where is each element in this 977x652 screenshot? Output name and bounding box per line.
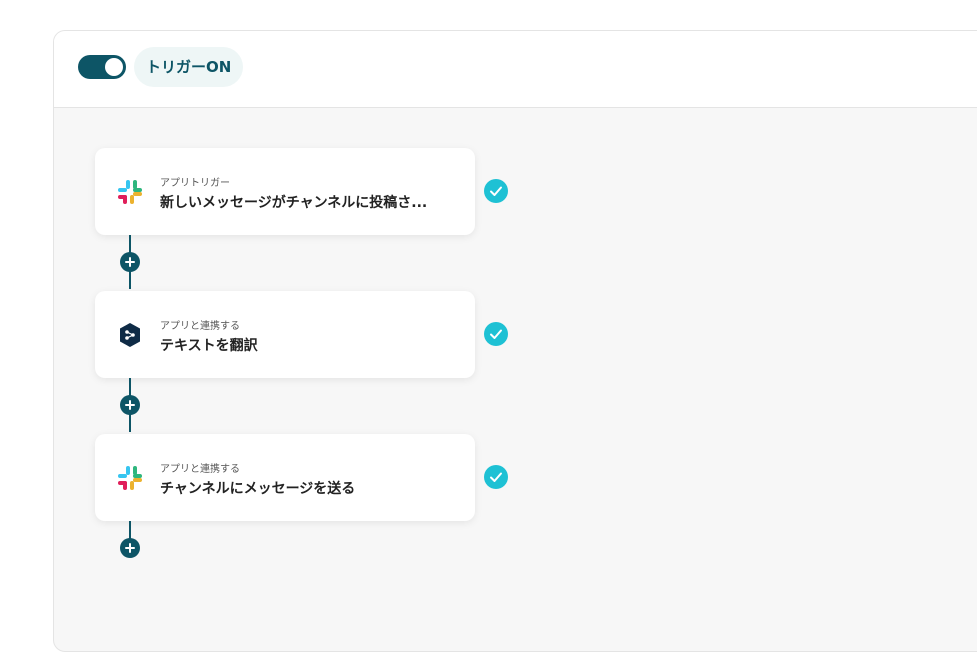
check-icon	[484, 179, 508, 203]
trigger-status-label: トリガーON	[134, 47, 244, 87]
step-subtitle: アプリと連携する	[160, 464, 240, 475]
add-step-button[interactable]	[120, 395, 140, 415]
step-title: チャンネルにメッセージを送る	[160, 481, 356, 497]
check-icon	[484, 322, 508, 346]
flow-step-card-3[interactable]: アプリと連携する チャンネルにメッセージを送る	[95, 434, 475, 521]
step-title: テキストを翻訳	[160, 338, 258, 354]
flow-panel: トリガーON アプリトリガー 新しいメッセージがチャンネルに投稿さ... アプリ…	[53, 30, 977, 652]
check-icon	[484, 465, 508, 489]
flow-step-card-1[interactable]: アプリトリガー 新しいメッセージがチャンネルに投稿さ...	[95, 148, 475, 235]
step-subtitle: アプリトリガー	[160, 178, 230, 189]
step-subtitle: アプリと連携する	[160, 321, 240, 332]
step-title: 新しいメッセージがチャンネルに投稿さ...	[160, 195, 428, 211]
trigger-toggle[interactable]	[78, 55, 126, 79]
slack-icon	[118, 180, 142, 204]
flow-header: トリガーON	[54, 31, 977, 108]
add-step-button[interactable]	[120, 252, 140, 272]
toggle-knob	[105, 58, 123, 76]
add-step-button[interactable]	[120, 538, 140, 558]
flow-step-card-2[interactable]: アプリと連携する テキストを翻訳	[95, 291, 475, 378]
deepl-icon	[120, 323, 140, 347]
slack-icon	[118, 466, 142, 490]
